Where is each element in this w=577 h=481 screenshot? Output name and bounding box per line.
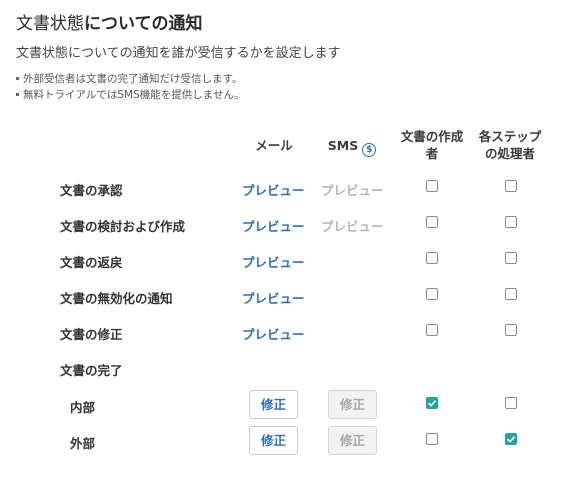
column-header-mail: メール [255,138,293,153]
step-checkbox-approval[interactable] [505,180,517,192]
completion-internal-label: 内部 [70,400,96,415]
mail-preview-link-approval[interactable]: プレビュー [242,180,305,199]
step-checkbox-modification[interactable] [505,324,517,336]
row-label-modification: 文書の修正 [60,327,123,342]
step-checkbox-return[interactable] [505,252,517,264]
column-header-sms: SMS $ [322,137,382,157]
row-label-review: 文書の検討および作成 [60,219,186,234]
row-label-return: 文書の返戻 [60,255,123,270]
row-label-completion: 文書の完了 [60,363,123,378]
internal-mail-edit-button[interactable]: 修正 [249,390,298,419]
creator-checkbox-review[interactable] [426,216,438,228]
completion-external-label: 外部 [70,436,96,451]
column-header-creator: 文書の作成者 [400,129,464,161]
creator-checkbox-external[interactable] [426,433,438,445]
mail-preview-link-review[interactable]: プレビュー [242,216,305,235]
page-title: 文書状態についての通知 [16,14,203,34]
sms-preview-link-review: プレビュー [321,219,384,234]
note-external: 外部受信者は文書の完了通知だけ受信します。 [16,71,242,86]
step-checkbox-invalidation[interactable] [505,288,517,300]
note-sms-trial: 無料トライアルではSMS機能を提供しません。 [16,87,244,102]
mail-preview-link-invalidation[interactable]: プレビュー [242,288,305,307]
step-checkbox-review[interactable] [505,216,517,228]
sms-coin-icon[interactable]: $ [362,143,377,157]
creator-checkbox-invalidation[interactable] [426,288,438,300]
mail-preview-link-modification[interactable]: プレビュー [242,324,305,343]
column-header-step-handler: 各ステップ の処理者 [478,129,542,161]
step-checkbox-external[interactable] [505,433,517,445]
creator-checkbox-approval[interactable] [426,180,438,192]
page-description: 文書状態についての通知を誰が受信するかを設定します [16,46,341,61]
external-mail-edit-button[interactable]: 修正 [249,426,298,455]
creator-checkbox-return[interactable] [426,252,438,264]
row-label-approval: 文書の承認 [60,183,123,198]
internal-sms-edit-button: 修正 [328,390,377,419]
creator-checkbox-internal[interactable] [426,397,438,409]
external-sms-edit-button: 修正 [328,426,377,455]
step-checkbox-internal[interactable] [505,397,517,409]
sms-preview-link-approval: プレビュー [321,183,384,198]
row-label-invalidation: 文書の無効化の通知 [60,291,173,306]
creator-checkbox-modification[interactable] [426,324,438,336]
mail-preview-link-return[interactable]: プレビュー [242,252,305,271]
